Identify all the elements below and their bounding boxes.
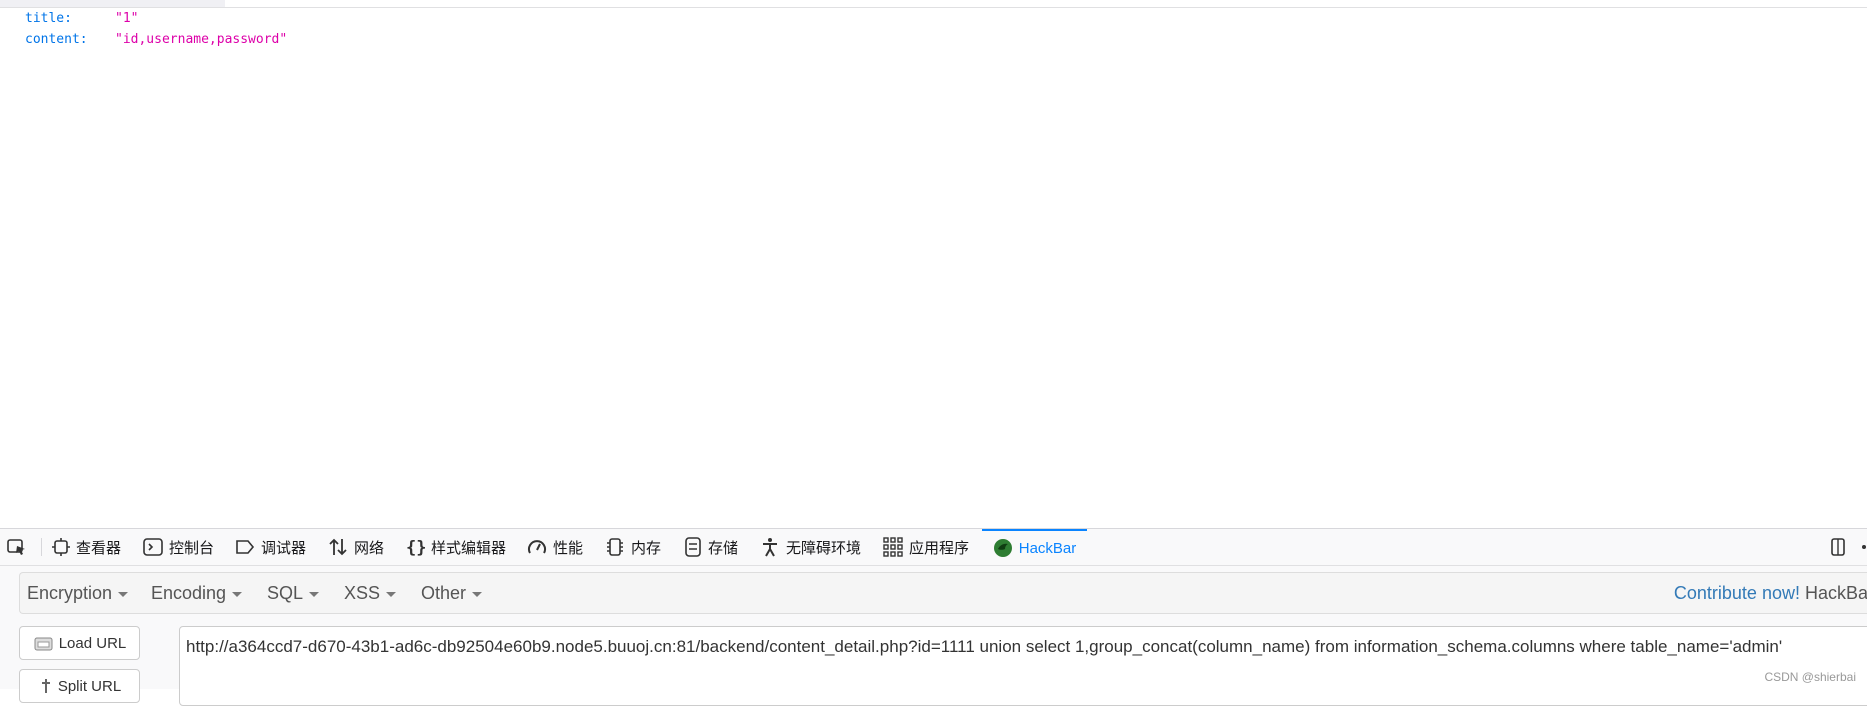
menu-sql[interactable]: SQL (267, 573, 320, 613)
url-textarea[interactable]: http://a364ccd7-d670-43b1-ad6c-db92504e6… (179, 626, 1867, 706)
tab-inspector[interactable]: 查看器 (52, 529, 121, 565)
caret-down-icon (232, 591, 243, 597)
inspector-icon (52, 538, 70, 556)
top-strip (0, 0, 1867, 8)
tab-hackbar[interactable]: HackBar (982, 529, 1087, 565)
json-row-content: content: "id,username,password" (25, 29, 287, 51)
page-tab-stub (0, 0, 225, 7)
json-value: "id,username,password" (115, 32, 288, 47)
menu-encryption[interactable]: Encryption (27, 573, 129, 613)
tab-debugger[interactable]: 调试器 (235, 529, 306, 565)
more-options-icon[interactable] (1861, 537, 1867, 557)
style-editor-icon: {} (406, 538, 425, 557)
accessibility-icon (763, 538, 777, 557)
tab-label: 无障碍环境 (786, 539, 862, 557)
split-url-button[interactable]: Split URL (19, 669, 140, 703)
toolbar-right-icons (1829, 529, 1867, 565)
tab-style-editor[interactable]: {} 样式编辑器 (405, 529, 506, 565)
json-key: title: (25, 11, 72, 26)
tab-label: 网络 (354, 539, 385, 557)
caret-down-icon (309, 591, 320, 597)
tab-label: 存储 (708, 539, 739, 557)
tab-label: HackBar (1018, 539, 1077, 557)
json-key: content: (25, 32, 88, 47)
hackbar-menubar: Encryption Encoding SQL XSS Other Contri… (19, 572, 1867, 614)
caret-down-icon (118, 591, 129, 597)
tab-memory[interactable]: 内存 (605, 529, 661, 565)
svg-text:{}: {} (406, 538, 425, 557)
tab-console[interactable]: 控制台 (143, 529, 214, 565)
performance-icon (528, 540, 546, 554)
json-value: "1" (115, 11, 139, 26)
element-picker-button[interactable] (6, 529, 28, 565)
menu-label: XSS (344, 582, 381, 603)
load-url-button[interactable]: Load URL (19, 626, 140, 660)
devtools-tabbar: 查看器 控制台 调试器 网络 {} 样式编辑器 性能 内存 存储 无障碍环境 应… (0, 529, 1867, 566)
tab-label: 内存 (631, 539, 662, 557)
contribute-area: Contribute now! HackBa (1674, 573, 1867, 613)
menu-label: Encoding (151, 582, 227, 603)
tab-label: 性能 (553, 539, 584, 557)
tab-label: 调试器 (261, 539, 307, 557)
json-viewer: title: "1" content: "id,username,password" (0, 8, 1867, 528)
tab-label: 应用程序 (909, 539, 970, 557)
network-icon (329, 538, 347, 556)
debugger-icon (236, 540, 255, 554)
hackbar-icon (993, 539, 1012, 557)
storage-icon (685, 537, 701, 557)
console-icon (143, 538, 163, 556)
menu-xss[interactable]: XSS (344, 573, 397, 613)
responsive-design-icon[interactable] (1829, 537, 1849, 557)
load-url-icon (34, 637, 53, 651)
menu-label: Encryption (27, 582, 113, 603)
menu-label: SQL (267, 582, 304, 603)
tab-network[interactable]: 网络 (328, 529, 384, 565)
contribute-link[interactable]: Contribute now! (1674, 583, 1800, 604)
toolbar-separator (41, 538, 42, 556)
split-url-icon (41, 679, 50, 693)
hackbar-brand: HackBa (1804, 582, 1867, 603)
memory-icon (607, 538, 623, 556)
caret-down-icon (386, 591, 397, 597)
tab-application[interactable]: 应用程序 (883, 529, 969, 565)
tab-label: 样式编辑器 (431, 539, 507, 557)
menu-encoding[interactable]: Encoding (151, 573, 243, 613)
devtools-panel: 查看器 控制台 调试器 网络 {} 样式编辑器 性能 内存 存储 无障碍环境 应… (0, 528, 1867, 706)
tab-performance[interactable]: 性能 (527, 529, 583, 565)
button-label: Split URL (57, 677, 122, 695)
caret-down-icon (472, 591, 483, 597)
element-picker-icon (7, 539, 25, 555)
tab-storage[interactable]: 存储 (684, 529, 738, 565)
tab-accessibility[interactable]: 无障碍环境 (760, 529, 861, 565)
menu-label: Other (421, 582, 467, 603)
menu-other[interactable]: Other (421, 573, 483, 613)
json-row-title: title: "1" (25, 8, 138, 30)
tab-label: 控制台 (169, 539, 215, 557)
tab-label: 查看器 (76, 539, 122, 557)
watermark: CSDN @shierbai (1764, 670, 1856, 684)
application-icon (883, 537, 903, 557)
button-label: Load URL (58, 634, 127, 652)
